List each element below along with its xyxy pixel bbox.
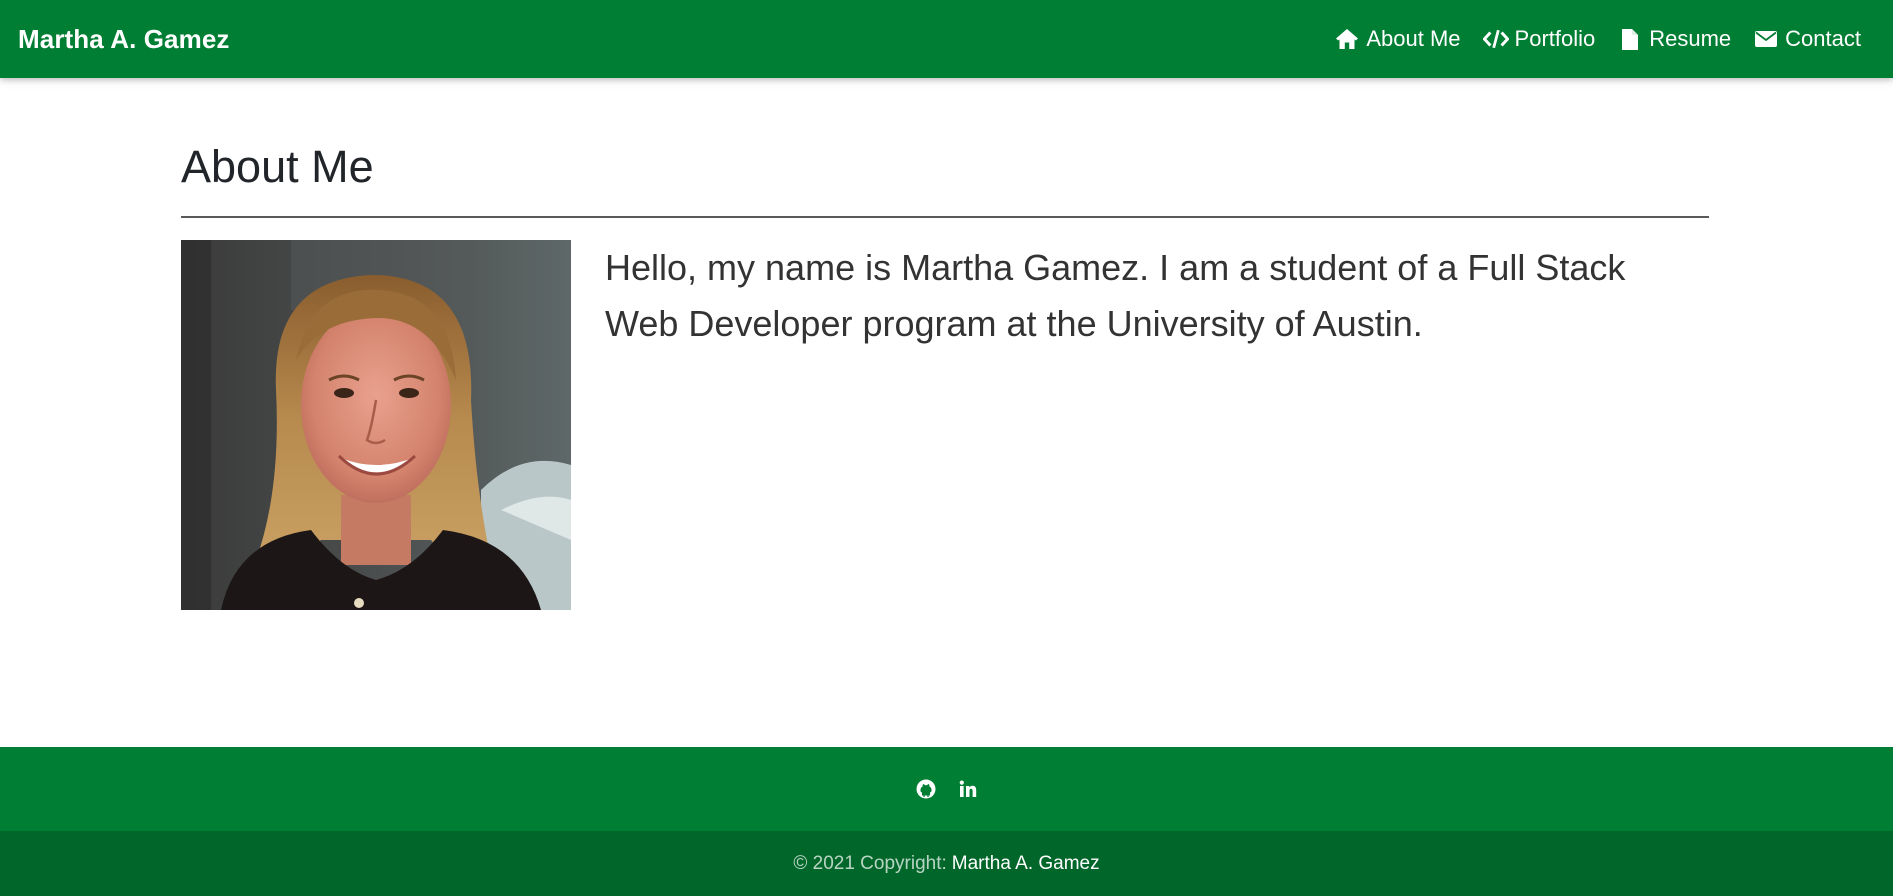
heading-divider (181, 216, 1709, 218)
copyright-text: © 2021 Copyright: (793, 852, 947, 874)
nav-link-portfolio[interactable]: Portfolio (1482, 26, 1596, 52)
nav-link-label: About Me (1366, 26, 1461, 51)
about-row: Hello, my name is Martha Gamez. I am a s… (181, 240, 1709, 610)
bio-text: Hello, my name is Martha Gamez. I am a s… (605, 247, 1626, 344)
portrait-photo (181, 240, 571, 610)
nav-link-about-me[interactable]: About Me (1334, 26, 1461, 52)
page-title: About Me (181, 141, 374, 192)
file-icon (1617, 26, 1643, 52)
nav-link-contact[interactable]: Contact (1753, 26, 1861, 52)
nav-link-resume[interactable]: Resume (1617, 26, 1731, 52)
linkedin-icon[interactable] (957, 778, 979, 800)
footer-social-bar (0, 747, 1893, 831)
nav-link-label: Resume (1649, 26, 1732, 51)
brand-link[interactable]: Martha A. Gamez (18, 24, 229, 55)
nav-links: About Me Portfolio Resume Contact (1334, 26, 1861, 52)
top-navbar: Martha A. Gamez About Me Portfolio Resum… (0, 0, 1893, 78)
code-icon (1482, 26, 1509, 52)
nav-link-label: Contact (1785, 26, 1861, 51)
footer-copyright-bar: © 2021 Copyright: Martha A. Gamez (0, 831, 1893, 896)
envelope-icon (1753, 26, 1779, 52)
home-icon (1334, 26, 1360, 52)
github-icon[interactable] (915, 778, 937, 800)
copyright-name-link[interactable]: Martha A. Gamez (952, 853, 1100, 875)
nav-link-label: Portfolio (1514, 26, 1596, 51)
about-section: About Me Hello, my name is Martha Gamez.… (181, 140, 1709, 610)
